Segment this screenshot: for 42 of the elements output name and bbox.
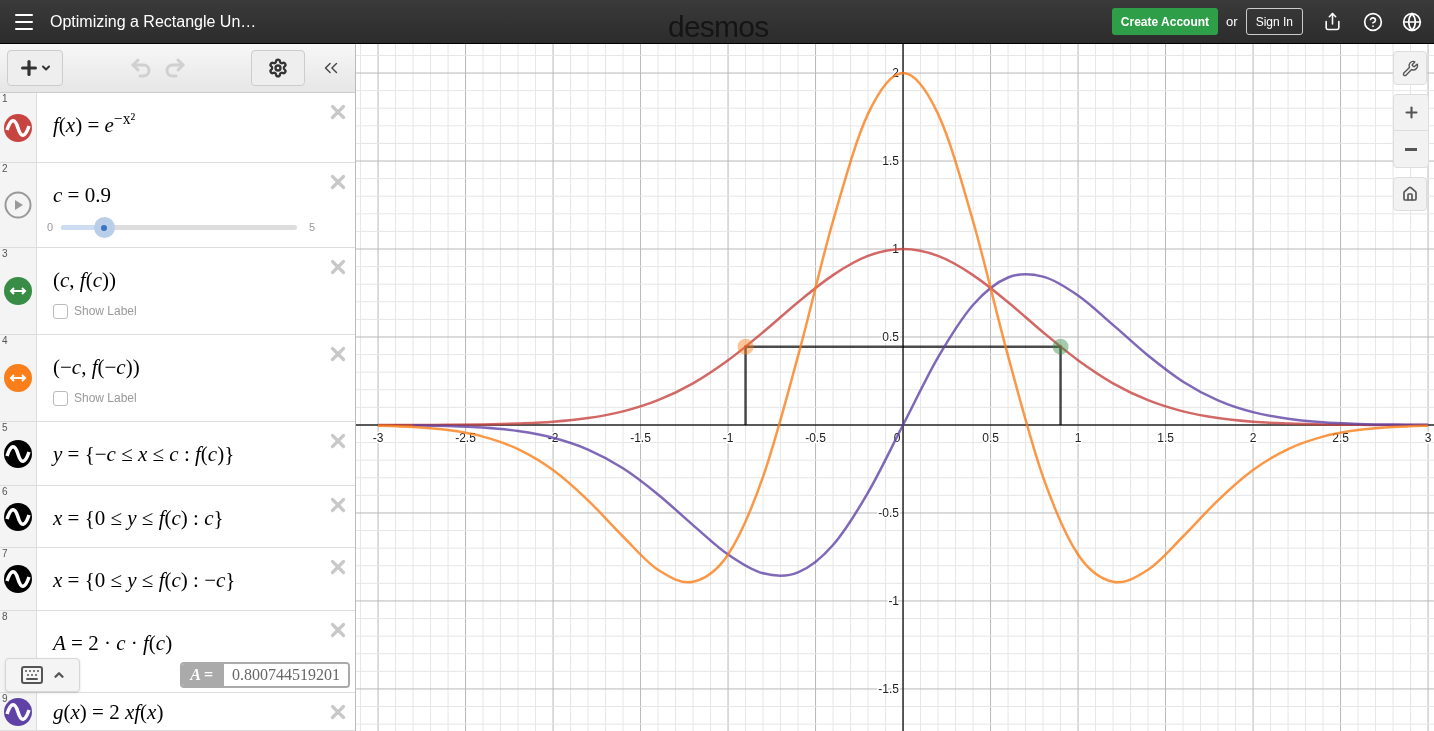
sign-in-button[interactable]: Sign In [1245,8,1303,35]
line-number: 6 [2,487,8,497]
axis-label: 2.5 [1332,431,1349,445]
slider-max: 5 [308,220,315,236]
math-expression[interactable]: c = 0.9 [53,181,111,209]
result-label: A= [182,664,224,686]
or-text: or [1226,12,1238,31]
axis-label: 2 [1249,431,1257,445]
axis-label: -1 [888,593,900,608]
axis-label: 1.5 [1157,431,1174,445]
axis-label: -0.5 [878,505,900,520]
axis-label: -1.5 [630,431,651,445]
math-expression[interactable]: g(x) = 2 xf(x) [53,698,164,726]
line-number: 5 [2,423,8,433]
axis-label: -3 [372,431,384,445]
checkbox-label: Show Label [74,390,137,407]
axis-label: 1 [1074,431,1082,445]
checkbox-label: Show Label [74,303,137,320]
line-number: 9 [2,694,8,704]
axis-label: -1.5 [878,681,900,696]
axis-label: -0.5 [805,431,826,445]
axis-label: 1.5 [882,154,900,168]
math-expression[interactable]: y = {−c ≤ x ≤ c : f(c)} [53,440,235,468]
line-number: 3 [2,249,8,259]
line-number: 2 [2,164,8,174]
line-number: 7 [2,549,8,559]
math-expression[interactable]: A = 2 · c · f(c) [53,629,173,657]
slider-min: 0 [47,220,54,236]
math-expression[interactable]: f(x) = e$^{−x²}$ [53,111,136,139]
axis-label: -2.5 [455,431,476,445]
line-number: 1 [2,94,8,104]
axis-label: 3 [1424,431,1432,445]
axis-label: -1 [722,431,734,445]
math-expression[interactable]: x = {0 ≤ y ≤ f(c) : c} [53,504,224,532]
line-number: 8 [2,612,8,622]
axis-label: 0.5 [882,330,900,344]
axis-label: 0.5 [982,431,999,445]
math-expression[interactable]: (c, f(c)) [53,266,116,294]
math-expression[interactable]: x = {0 ≤ y ≤ f(c) : −c} [53,566,236,594]
graph-title[interactable]: Optimizing a Rectangle Un… [50,9,257,34]
line-number: 4 [2,336,8,346]
math-expression[interactable]: (−c, f(−c)) [53,353,140,381]
